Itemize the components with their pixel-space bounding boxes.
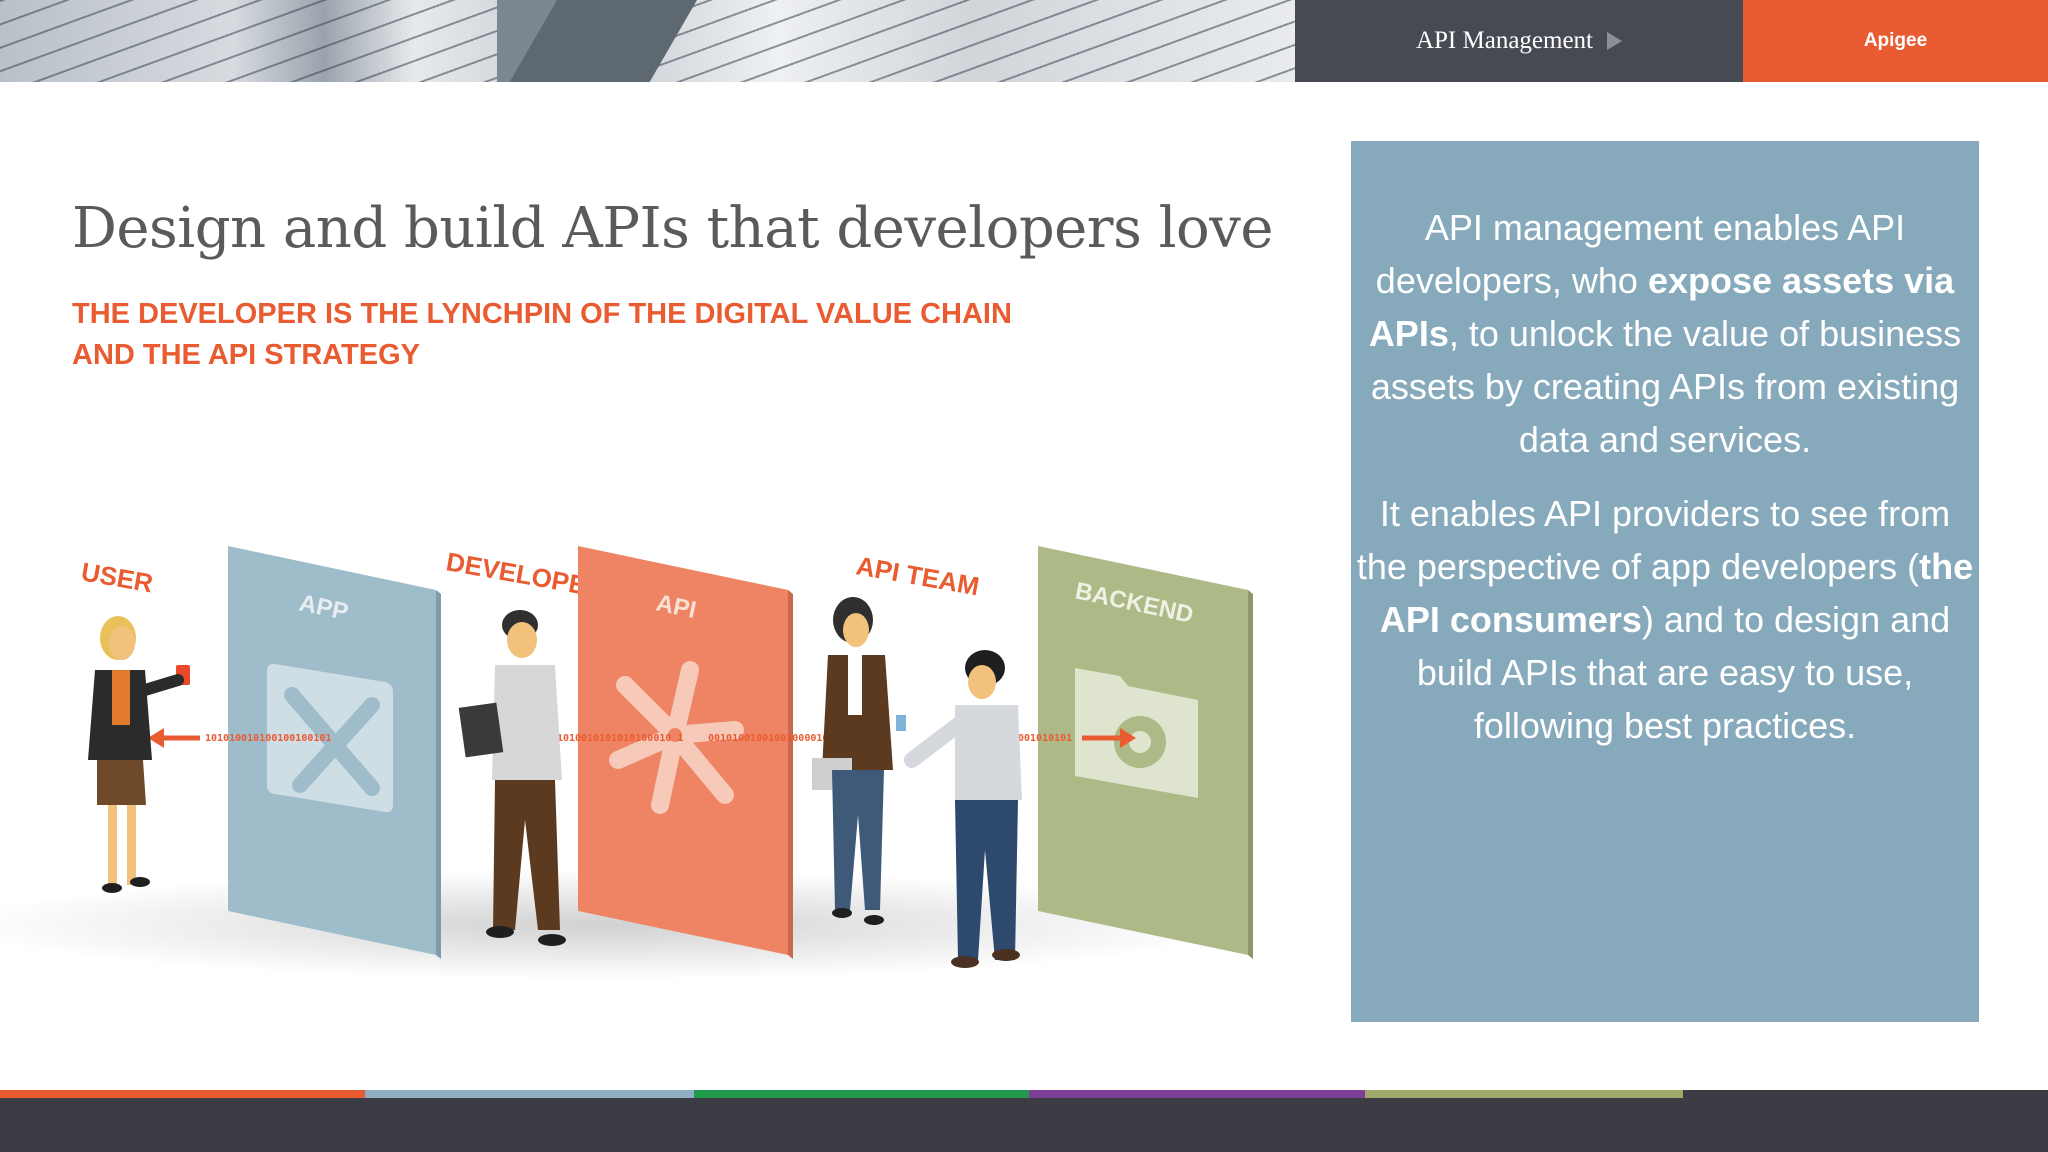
arrow-left-icon xyxy=(148,728,200,748)
bottom-color-stripe xyxy=(0,1090,2048,1098)
label-api-team: API TEAM xyxy=(854,550,982,601)
info-p2-text-a: It enables API providers to see from the… xyxy=(1356,493,1951,587)
page-subtitle: THE DEVELOPER IS THE LYNCHPIN OF THE DIG… xyxy=(72,294,1072,376)
binary-segment-4: 001010101 xyxy=(1018,733,1072,744)
subtitle-line-2: AND THE API STRATEGY xyxy=(72,339,421,371)
binary-segment-3: 0010100100100100001010 xyxy=(708,733,840,744)
info-paragraph-2: It enables API providers to see from the… xyxy=(1351,487,1979,752)
info-paragraph-1: API management enables API developers, w… xyxy=(1351,201,1979,466)
section-title: API Management xyxy=(1415,27,1594,54)
binary-segment-2: 1010010101010100010 1 xyxy=(557,733,683,744)
header-section-label: API Management xyxy=(1295,0,1743,82)
footer-bar xyxy=(0,1098,2048,1152)
backend-panel: BACKEND xyxy=(1038,546,1253,959)
stripe-segment xyxy=(694,1090,1029,1098)
stripe-segment xyxy=(365,1090,694,1098)
stripe-segment xyxy=(1683,1090,2048,1098)
api-panel: API xyxy=(578,546,793,959)
binary-segment-1: 101010010100100100101 xyxy=(205,733,331,744)
subtitle-line-1: THE DEVELOPER IS THE LYNCHPIN OF THE DIG… xyxy=(72,298,1012,330)
brand-label: Apigee xyxy=(1863,30,1928,51)
page-title: Design and build APIs that developers lo… xyxy=(72,196,1274,261)
stripe-segment xyxy=(0,1090,365,1098)
stripe-segment xyxy=(1029,1090,1365,1098)
header-photo-banner xyxy=(0,0,1295,82)
label-user: USER xyxy=(79,556,156,598)
user-figure xyxy=(88,616,190,893)
play-arrow-icon xyxy=(1607,32,1623,50)
info-box: API management enables API developers, w… xyxy=(1351,141,1979,1022)
app-panel: APP xyxy=(228,546,441,959)
stripe-segment xyxy=(1365,1090,1683,1098)
value-chain-illustration: USER APP DEVELOPER API API TEAM BACKEND … xyxy=(0,546,1253,980)
info-p1-text-b: , to unlock the value of business assets… xyxy=(1370,313,1962,460)
header-brand: Apigee xyxy=(1743,0,2048,82)
